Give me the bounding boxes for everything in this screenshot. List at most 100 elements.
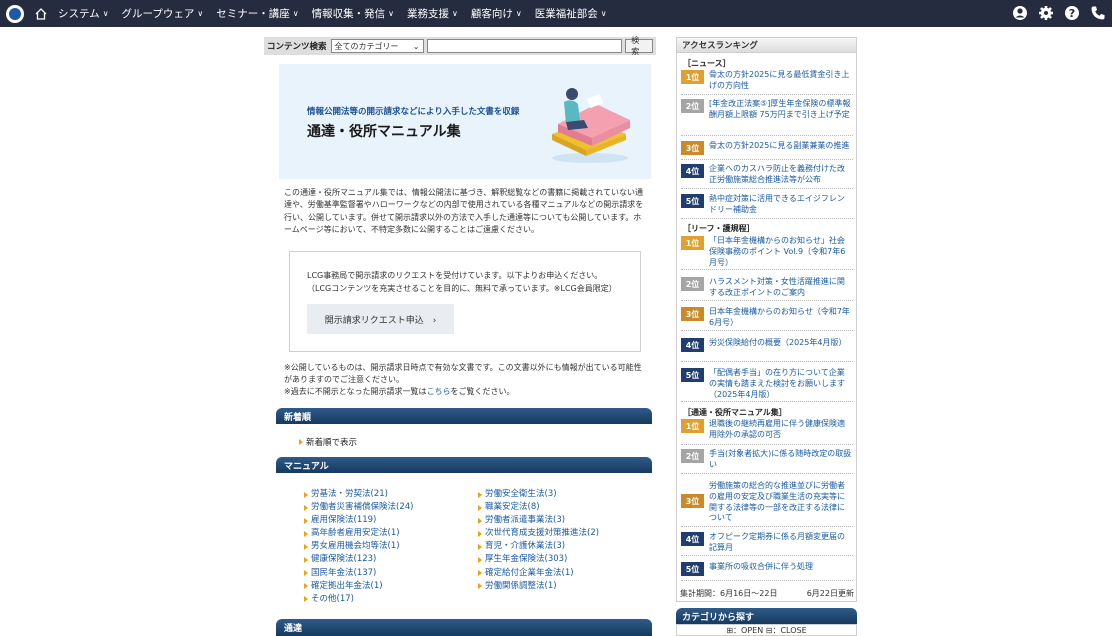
main-menu: システム ∨ グループウェア ∨ セミナー・講座 ∨ 情報収集・発信 ∨ 業務支援 ∨ 顧… [58, 6, 620, 21]
banner-subtitle: 情報公開法等の開示請求などにより入手した文書を収録 [307, 107, 520, 117]
rank-badge: 3位 [681, 141, 704, 155]
rank-badge: 4位 [681, 164, 704, 178]
book-illustration-icon [552, 88, 630, 163]
rank-badge: 3位 [681, 307, 704, 321]
triangle-right-icon [299, 439, 303, 445]
ranking-item[interactable]: 2位 [年金改正法案⑤]厚生年金保険の標準報酬月額上限額 75万円まで引き上げ予定 [681, 99, 853, 136]
manual-item[interactable]: 次世代育成支援対策推進法(2) [478, 527, 599, 540]
manual-item[interactable]: 確定給付企業年金法(1) [478, 567, 599, 580]
rank-badge: 1位 [681, 419, 704, 433]
nav-medical[interactable]: 医業福祉部会 ∨ [535, 6, 607, 21]
nav-groupware[interactable]: グループウェア ∨ [122, 6, 204, 21]
search-label: コンテンツ検索 [267, 42, 327, 52]
updated-text: 6月22日更新 [806, 589, 854, 598]
ranking-item[interactable]: 5位 事業所の吸収合併に伴う処理 [681, 562, 853, 581]
content-search-bar: コンテンツ検索 全てのカテゴリー ⌄ 検索 [264, 36, 656, 56]
user-icon[interactable] [1012, 5, 1028, 21]
triangle-right-icon [478, 517, 482, 524]
nav-business[interactable]: 業務支援 ∨ [407, 6, 458, 21]
ranking-category-news: ［ニュース］ [683, 59, 731, 68]
search-input[interactable] [426, 39, 623, 53]
rank-badge: 1位 [681, 236, 704, 250]
manual-item[interactable]: 職業安定法(8) [478, 501, 599, 514]
ranking-item[interactable]: 2位 ハラスメント対策・女性活躍推進に関する改正ポイントのご案内 [681, 277, 853, 301]
top-icons: ? [1012, 5, 1106, 21]
ranking-category-manual: ［通達・役所マニュアル集］ [683, 408, 787, 417]
newest-link[interactable]: 新着順で表示 [299, 436, 357, 448]
chevron-down-icon: ∨ [600, 9, 607, 18]
ranking-item[interactable]: 2位 手当(対象者拡大)に係る随時改定の取扱い [681, 449, 853, 474]
rank-badge: 2位 [681, 449, 704, 463]
category-open-close-toggle[interactable]: ⊞：OPEN ⊟：CLOSE [676, 624, 857, 636]
nav-info[interactable]: 情報収集・発信 ∨ [312, 6, 394, 21]
rank-badge: 5位 [681, 562, 704, 576]
manual-item[interactable]: 国民年金法(137) [304, 567, 413, 580]
request-text-2: （LCGコンテンツを充実させることを目的に、無料で承っています。※LCG会員限定… [307, 284, 617, 293]
triangle-right-icon [478, 504, 482, 511]
manual-item[interactable]: 労基法・労契法(21) [304, 488, 413, 501]
chevron-down-icon: ∨ [197, 9, 204, 18]
triangle-right-icon [304, 570, 308, 577]
logo-icon[interactable] [6, 4, 24, 23]
chevron-down-icon: ⌄ [412, 41, 420, 51]
rank-badge: 5位 [681, 194, 704, 208]
triangle-right-icon [478, 543, 482, 550]
triangle-right-icon [304, 596, 308, 603]
nav-customer[interactable]: 顧客向け ∨ [471, 6, 522, 21]
triangle-right-icon [478, 491, 482, 498]
rank-badge: 4位 [681, 532, 704, 546]
triangle-right-icon [304, 504, 308, 511]
manual-item[interactable]: その他(17) [304, 593, 413, 606]
request-text-1: LCG事務局で開示請求のリクエストを受付けています。以下よりお申込ください。 [307, 271, 603, 280]
triangle-right-icon [304, 543, 308, 550]
ranking-item[interactable]: 5位 「配偶者手当」の在り方について企業の実情も踏まえた検討をお願いします（202… [681, 368, 853, 402]
category-select[interactable]: 全てのカテゴリー ⌄ [330, 39, 424, 53]
home-icon[interactable] [34, 7, 48, 21]
note-2: ※過去に不開示となった開示請求一覧はこちらをご覧ください。 [284, 387, 515, 396]
manual-item[interactable]: 健康保険法(123) [304, 553, 413, 566]
nav-system[interactable]: システム ∨ [58, 6, 109, 21]
ranking-item[interactable]: 4位 労災保険給付の概要（2025年4月版） [681, 338, 853, 362]
nav-seminar[interactable]: セミナー・講座 ∨ [216, 6, 298, 21]
gear-icon[interactable] [1038, 5, 1054, 21]
ranking-item[interactable]: 1位 「日本年金機構からのお知らせ」社会保険事務のポイント Vol.9（令和7年6… [681, 236, 853, 270]
disclosure-request-button[interactable]: 開示請求リクエスト申込 › [307, 304, 454, 334]
section-header-tsutatsu: 通達 [276, 619, 652, 636]
manual-item[interactable]: 育児・介護休業法(3) [478, 540, 599, 553]
request-box: LCG事務局で開示請求のリクエストを受付けています。以下よりお申込ください。 （… [289, 251, 641, 352]
manual-item[interactable]: 労働関係調整法(1) [478, 580, 599, 593]
phone-icon[interactable] [1090, 5, 1106, 21]
manual-item[interactable]: 確定拠出年金法(1) [304, 580, 413, 593]
ranking-item[interactable]: 1位 退職後の継続再雇用に伴う健康保険適用除外の承認の可否 [681, 419, 853, 445]
rank-badge: 2位 [681, 277, 704, 291]
manual-item[interactable]: 雇用保険法(119) [304, 514, 413, 527]
triangle-right-icon [478, 570, 482, 577]
ranking-item[interactable]: 3位 骨太の方針2025に見る副業兼業の推進 [681, 141, 853, 160]
triangle-right-icon [478, 583, 482, 590]
manual-item[interactable]: 厚生年金保険法(303) [478, 553, 599, 566]
section-header-manual: マニュアル [276, 457, 652, 473]
ranking-item[interactable]: 4位 企業へのカスハラ防止を義務付けた改正労働施策総合推進法等が公布 [681, 164, 853, 189]
rank-badge: 4位 [681, 338, 704, 352]
ranking-period: 集計期間：6月16日～22日 6月22日更新 [680, 588, 854, 599]
ranking-item[interactable]: 1位 骨太の方針2025に見る最低賃金引き上げの方向性 [681, 70, 853, 95]
triangle-right-icon [304, 491, 308, 498]
triangle-right-icon [304, 530, 308, 537]
manual-item[interactable]: 労働者災害補償保険法(24) [304, 501, 413, 514]
manual-item[interactable]: 高年齢者雇用安定法(1) [304, 527, 413, 540]
help-icon[interactable]: ? [1064, 5, 1080, 21]
manual-item[interactable]: 労働安全衛生法(3) [478, 488, 599, 501]
chevron-down-icon: ∨ [452, 9, 458, 18]
rank-badge: 1位 [681, 70, 704, 84]
nondisclosure-list-link[interactable]: こちら [426, 387, 450, 396]
ranking-item[interactable]: 3位 労働施策の総合的な推進並びに労働者の雇用の安定及び職業生活の充実等に関する法… [681, 481, 853, 527]
top-nav-bar: システム ∨ グループウェア ∨ セミナー・講座 ∨ 情報収集・発信 ∨ 業務支援 ∨ 顧… [0, 0, 1112, 27]
search-button[interactable]: 検索 [625, 36, 653, 56]
ranking-item[interactable]: 4位 オフピーク定期券に係る月額変更届の記算月 [681, 532, 853, 556]
ranking-item[interactable]: 5位 熱中症対策に活用できるエイジフレンドリー補助金 [681, 194, 853, 219]
chevron-down-icon: ∨ [292, 9, 299, 18]
category-search-header: カテゴリから探す [676, 608, 857, 624]
ranking-item[interactable]: 3位 日本年金機構からのお知らせ（令和7年6月号） [681, 307, 853, 331]
manual-item[interactable]: 男女雇用機会均等法(1) [304, 540, 413, 553]
manual-item[interactable]: 労働者派遣事業法(3) [478, 514, 599, 527]
